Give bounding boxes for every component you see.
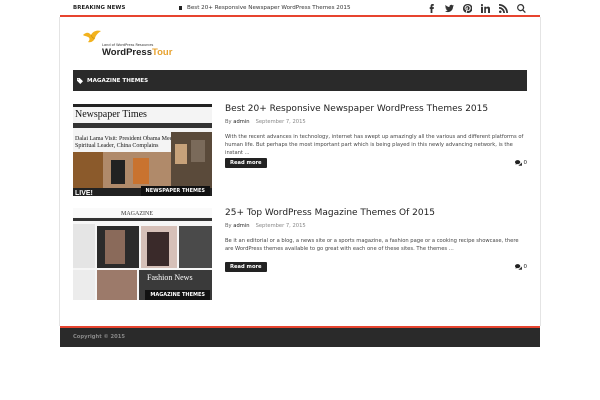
post-excerpt: Be it an editorial or a blog, a news sit… bbox=[225, 238, 519, 252]
linkedin-icon[interactable] bbox=[480, 3, 490, 13]
newspaper-thumbnail-image: Newspaper Times Dalai Lama Visit: Presid… bbox=[73, 104, 212, 196]
post-thumbnail[interactable]: MAGAZINE Fashion News MAGAZINE THEMES bbox=[73, 208, 212, 300]
bird-logo-icon bbox=[83, 30, 101, 43]
post-card: MAGAZINE Fashion News MAGAZINE THEMES 25… bbox=[73, 208, 527, 300]
read-more-button[interactable]: Read more bbox=[225, 262, 267, 272]
tag-icon bbox=[77, 77, 83, 84]
social-links bbox=[426, 3, 526, 13]
rss-icon[interactable] bbox=[498, 3, 508, 13]
thumb-headline: Fashion News bbox=[147, 273, 193, 282]
svg-text:Spiritual Leader, China Compla: Spiritual Leader, China Complains bbox=[75, 143, 159, 149]
comments-icon bbox=[514, 160, 522, 166]
post-meta: By admin September 7, 2015 bbox=[225, 119, 306, 125]
post-title[interactable]: 25+ Top WordPress Magazine Themes Of 201… bbox=[225, 208, 435, 218]
category-label[interactable]: NEWSPAPER THEMES bbox=[140, 186, 210, 196]
post-title[interactable]: Best 20+ Responsive Newspaper WordPress … bbox=[225, 104, 488, 114]
post-author[interactable]: admin bbox=[233, 223, 249, 229]
breaking-news-marker bbox=[179, 6, 182, 10]
breaking-news-title[interactable]: Best 20+ Responsive Newspaper WordPress … bbox=[187, 5, 351, 11]
svg-text:LIVE!: LIVE! bbox=[75, 190, 93, 196]
svg-text:MAGAZINE: MAGAZINE bbox=[121, 211, 153, 217]
site-footer: Copyright © 2015 bbox=[60, 326, 540, 347]
post-date: September 7, 2015 bbox=[255, 119, 306, 125]
pinterest-icon[interactable] bbox=[462, 3, 472, 13]
breaking-news-label: BREAKING NEWS bbox=[73, 5, 126, 11]
thumb-masthead: Newspaper Times bbox=[75, 109, 147, 120]
post-author[interactable]: admin bbox=[233, 119, 249, 125]
logo-wordmark: WordPressTour bbox=[102, 47, 173, 58]
search-icon[interactable] bbox=[516, 3, 526, 13]
nav-item-label: MAGAZINE THEMES bbox=[87, 77, 149, 84]
twitter-icon[interactable] bbox=[444, 3, 454, 13]
nav-item-magazine-themes[interactable]: MAGAZINE THEMES bbox=[77, 70, 148, 91]
copyright-text: Copyright © 2015 bbox=[73, 334, 125, 340]
comments-count[interactable]: 0 bbox=[514, 160, 527, 166]
magazine-thumbnail-image: MAGAZINE Fashion News bbox=[73, 208, 212, 300]
facebook-icon[interactable] bbox=[426, 3, 436, 13]
post-date: September 7, 2015 bbox=[255, 223, 306, 229]
post-excerpt: With the recent advances in technology, … bbox=[225, 134, 524, 156]
top-bar: BREAKING NEWS Best 20+ Responsive Newspa… bbox=[60, 0, 540, 17]
post-meta: By admin September 7, 2015 bbox=[225, 223, 306, 229]
category-label[interactable]: MAGAZINE THEMES bbox=[145, 290, 210, 300]
main-navigation: MAGAZINE THEMES bbox=[73, 70, 527, 91]
comments-count[interactable]: 0 bbox=[514, 264, 527, 270]
site-logo[interactable]: Land of WordPress Resources WordPressTou… bbox=[82, 29, 172, 59]
thumb-headline: Dalai Lama Visit: President Obama Meets bbox=[75, 136, 177, 142]
read-more-button[interactable]: Read more bbox=[225, 158, 267, 168]
post-card: Newspaper Times Dalai Lama Visit: Presid… bbox=[73, 104, 527, 196]
comments-icon bbox=[514, 264, 522, 270]
page-edge-right bbox=[540, 17, 541, 326]
post-thumbnail[interactable]: Newspaper Times Dalai Lama Visit: Presid… bbox=[73, 104, 212, 196]
